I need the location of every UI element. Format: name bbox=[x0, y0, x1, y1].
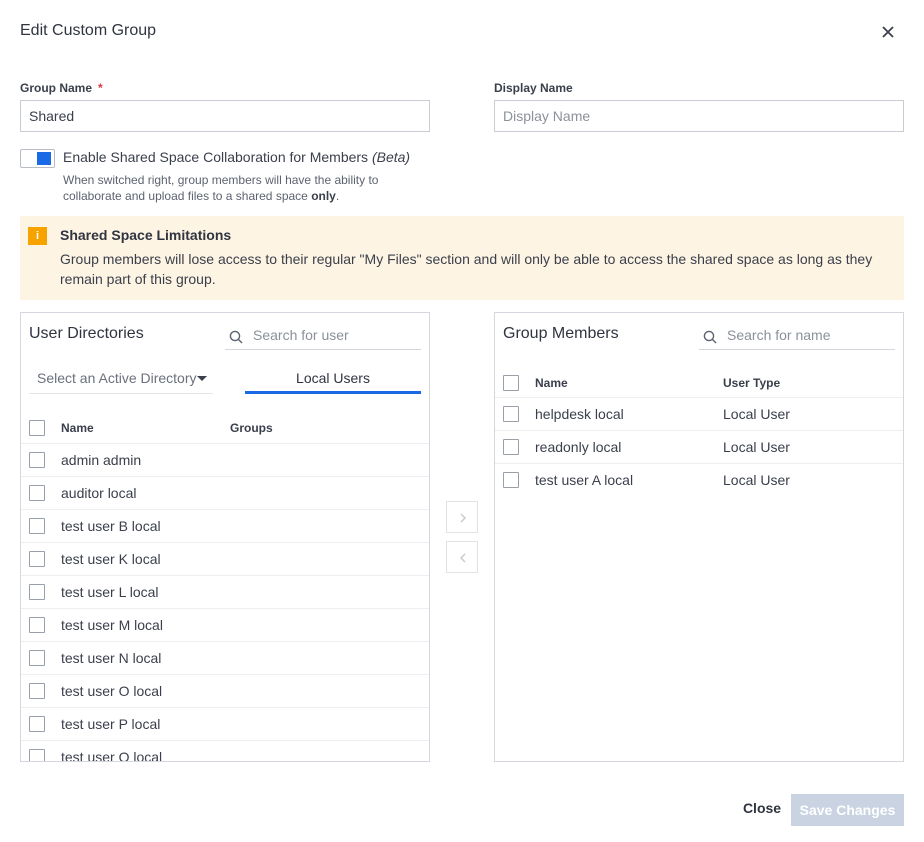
add-to-group-button[interactable] bbox=[446, 501, 478, 533]
user-name: test user B local bbox=[61, 518, 161, 534]
user-search-input[interactable] bbox=[253, 323, 413, 347]
tab-active-indicator bbox=[245, 391, 421, 394]
table-row[interactable]: test user N local bbox=[21, 641, 429, 674]
row-checkbox[interactable] bbox=[503, 406, 519, 422]
toggle-knob bbox=[37, 152, 51, 165]
table-row[interactable]: test user A local Local User bbox=[495, 463, 903, 496]
member-name: helpdesk local bbox=[535, 406, 624, 422]
row-checkbox[interactable] bbox=[503, 439, 519, 455]
search-icon bbox=[703, 330, 717, 344]
info-icon: i bbox=[28, 227, 47, 245]
member-user-type: Local User bbox=[723, 406, 790, 422]
beta-tag: (Beta) bbox=[371, 149, 411, 165]
row-checkbox[interactable] bbox=[29, 683, 45, 699]
chevron-down-icon[interactable] bbox=[197, 376, 207, 381]
tab-active-directory[interactable]: Select an Active Directory bbox=[37, 370, 215, 386]
table-row[interactable]: test user L local bbox=[21, 575, 429, 608]
row-checkbox[interactable] bbox=[29, 584, 45, 600]
column-header-groups: Groups bbox=[230, 421, 273, 435]
display-name-label: Display Name bbox=[494, 81, 573, 95]
row-checkbox[interactable] bbox=[29, 617, 45, 633]
member-user-type: Local User bbox=[723, 439, 790, 455]
user-name: test user N local bbox=[61, 650, 162, 666]
close-icon[interactable] bbox=[878, 22, 898, 42]
close-button[interactable]: Close bbox=[736, 800, 788, 820]
user-search bbox=[225, 321, 421, 350]
limitations-alert: i Shared Space Limitations Group members… bbox=[20, 216, 904, 300]
table-row[interactable]: admin admin bbox=[21, 443, 429, 476]
table-row[interactable]: test user Q local bbox=[21, 740, 429, 762]
table-row[interactable]: readonly local Local User bbox=[495, 430, 903, 463]
collaboration-description: When switched right, group members will … bbox=[63, 172, 423, 204]
row-checkbox[interactable] bbox=[29, 650, 45, 666]
group-name-input[interactable] bbox=[20, 100, 430, 132]
tab-divider bbox=[29, 393, 213, 394]
user-directories-title: User Directories bbox=[29, 325, 144, 342]
row-checkbox[interactable] bbox=[29, 749, 45, 761]
dialog-title: Edit Custom Group bbox=[20, 22, 157, 39]
row-checkbox[interactable] bbox=[29, 518, 45, 534]
group-name-label-text: Group Name bbox=[20, 81, 93, 95]
remove-from-group-button[interactable] bbox=[446, 541, 478, 573]
column-header-name: Name bbox=[535, 376, 568, 390]
table-row[interactable]: helpdesk local Local User bbox=[495, 397, 903, 430]
member-name: readonly local bbox=[535, 439, 622, 455]
row-checkbox[interactable] bbox=[29, 452, 45, 468]
alert-title: Shared Space Limitations bbox=[60, 227, 232, 243]
display-name-input[interactable] bbox=[494, 100, 904, 132]
group-name-label: Group Name * bbox=[20, 81, 103, 95]
chevron-left-icon bbox=[460, 553, 466, 563]
user-name: test user Q local bbox=[61, 749, 163, 762]
required-mark: * bbox=[98, 81, 103, 95]
select-all-users-checkbox[interactable] bbox=[29, 420, 45, 436]
user-name: test user P local bbox=[61, 716, 161, 732]
collaboration-description-emphasis: only bbox=[311, 189, 336, 203]
collaboration-toggle-label: Enable Shared Space Collaboration for Me… bbox=[63, 149, 410, 165]
row-checkbox[interactable] bbox=[29, 485, 45, 501]
group-members-panel: Group Members Name User Type helpdesk lo… bbox=[494, 312, 904, 762]
user-name: test user L local bbox=[61, 584, 159, 600]
chevron-right-icon bbox=[460, 513, 466, 523]
save-changes-button[interactable]: Save Changes bbox=[791, 794, 904, 826]
table-row[interactable]: test user O local bbox=[21, 674, 429, 707]
search-icon bbox=[229, 330, 243, 344]
tab-local-users[interactable]: Local Users bbox=[245, 370, 421, 386]
user-name: test user K local bbox=[61, 551, 161, 567]
member-search-input[interactable] bbox=[727, 323, 887, 347]
table-row[interactable]: test user B local bbox=[21, 509, 429, 542]
member-search bbox=[699, 321, 895, 350]
user-name: test user M local bbox=[61, 617, 163, 633]
collaboration-description-end: . bbox=[335, 189, 340, 203]
row-checkbox[interactable] bbox=[29, 551, 45, 567]
user-name: auditor local bbox=[61, 485, 137, 501]
member-user-type: Local User bbox=[723, 472, 790, 488]
collaboration-toggle[interactable] bbox=[20, 149, 55, 168]
table-row[interactable]: test user K local bbox=[21, 542, 429, 575]
group-members-title: Group Members bbox=[503, 325, 619, 342]
table-row[interactable]: test user M local bbox=[21, 608, 429, 641]
column-header-user-type: User Type bbox=[723, 376, 781, 390]
row-checkbox[interactable] bbox=[29, 716, 45, 732]
row-checkbox[interactable] bbox=[503, 472, 519, 488]
user-directories-panel: User Directories Select an Active Direct… bbox=[20, 312, 430, 762]
table-row[interactable]: test user P local bbox=[21, 707, 429, 740]
table-row[interactable]: auditor local bbox=[21, 476, 429, 509]
select-all-members-checkbox[interactable] bbox=[503, 375, 519, 391]
alert-body: Group members will lose access to their … bbox=[60, 251, 873, 287]
user-name: admin admin bbox=[61, 452, 142, 468]
column-header-name: Name bbox=[61, 421, 94, 435]
member-name: test user A local bbox=[535, 472, 634, 488]
user-name: test user O local bbox=[61, 683, 163, 699]
collaboration-label-text: Enable Shared Space Collaboration for Me… bbox=[63, 149, 369, 165]
